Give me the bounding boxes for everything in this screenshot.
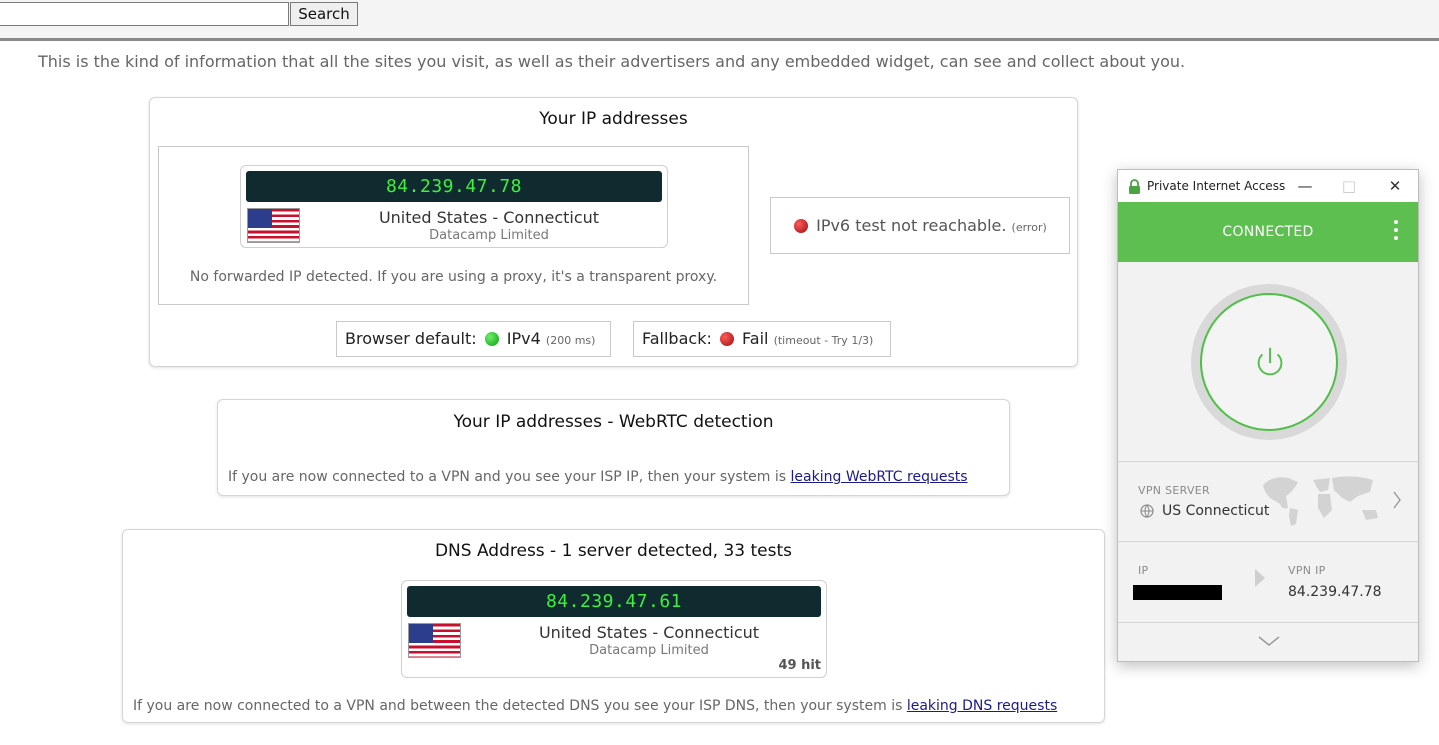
ipv4-address: 84.239.47.78 [246, 171, 662, 202]
fallback-pill: Fallback: Fail (timeout - Try 1/3) [633, 321, 891, 357]
browser-default-green-dot-icon [484, 332, 499, 346]
close-icon[interactable]: ✕ [1385, 176, 1405, 196]
ip-addresses-card: Your IP addresses 84.239.47.78 United St… [149, 97, 1078, 367]
dns-address: 84.239.47.61 [407, 586, 821, 617]
ipv4-box: 84.239.47.78 United States - Connecticut… [158, 146, 749, 305]
webrtc-title: Your IP addresses - WebRTC detection [453, 412, 774, 432]
ipv6-status-text: IPv6 test not reachable. [816, 216, 1007, 235]
pia-status-bar: CONNECTED [1118, 202, 1418, 262]
maximize-icon[interactable]: □ [1339, 176, 1359, 196]
fallback-value: Fail [742, 329, 769, 348]
pia-window-title: Private Internet Access [1147, 179, 1286, 193]
ipv6-box: IPv6 test not reachable. (error) [770, 197, 1070, 254]
vpn-server-selector[interactable]: VPN SERVER US Connecticut [1118, 462, 1418, 541]
webrtc-note-text: If you are now connected to a VPN and yo… [228, 469, 787, 485]
vpn-ip-value: 84.239.47.78 [1288, 584, 1382, 600]
fallback-red-dot-icon [719, 332, 734, 346]
search-input[interactable] [0, 2, 289, 26]
power-icon [1257, 347, 1283, 376]
ipv4-isp: Datacamp Limited [429, 228, 549, 243]
chevron-down-icon[interactable] [1257, 635, 1281, 647]
fallback-label: Fallback: [642, 329, 712, 348]
intro-text: This is the kind of information that all… [38, 52, 1186, 71]
dns-note: If you are now connected to a VPN and be… [133, 698, 1057, 714]
browser-default-time: (200 ms) [545, 334, 596, 347]
minimize-icon[interactable]: — [1295, 176, 1315, 196]
search-button[interactable]: Search [290, 2, 358, 26]
webrtc-note: If you are now connected to a VPN and yo… [228, 469, 968, 485]
redacted-ip [1133, 585, 1222, 600]
vpn-ip-label: VPN IP [1288, 564, 1326, 577]
chevron-right-icon [1393, 491, 1401, 509]
dns-hit-count: 49 hit [778, 658, 821, 673]
ipv6-error-label: (error) [1011, 221, 1047, 234]
fallback-detail: (timeout - Try 1/3) [773, 334, 874, 347]
dns-title: DNS Address - 1 server detected, 33 test… [434, 541, 793, 561]
us-flag-icon [408, 623, 461, 658]
dns-location: United States - Connecticut [538, 623, 760, 642]
ipv6-status-red-dot-icon [794, 219, 808, 233]
dns-note-text: If you are now connected to a VPN and be… [133, 698, 903, 714]
lock-icon [1129, 179, 1140, 194]
dns-card: DNS Address - 1 server detected, 33 test… [122, 529, 1105, 723]
dns-result-card: 84.239.47.61 United States - Connecticut… [401, 580, 827, 678]
webrtc-card: Your IP addresses - WebRTC detection If … [217, 399, 1010, 496]
more-menu-icon[interactable] [1394, 220, 1398, 244]
vpn-server-label: VPN SERVER [1138, 484, 1210, 497]
ip-label: IP [1138, 564, 1149, 577]
top-search-bar: Search [0, 0, 1439, 41]
world-map-icon [1263, 476, 1378, 526]
pia-window: Private Internet Access — □ ✕ CONNECTED … [1117, 169, 1419, 662]
vpn-server-value: US Connecticut [1162, 503, 1270, 519]
browser-default-pill: Browser default: IPv4 (200 ms) [336, 321, 611, 357]
forwarded-ip-note: No forwarded IP detected. If you are usi… [189, 269, 718, 285]
browser-default-value: IPv4 [506, 329, 541, 348]
ipv4-location: United States - Connecticut [378, 208, 600, 227]
pia-connection-status: CONNECTED [1222, 224, 1314, 240]
ip-addresses-title: Your IP addresses [539, 109, 688, 129]
browser-default-label: Browser default: [345, 329, 477, 348]
ipv4-result-card: 84.239.47.78 United States - Connecticut… [240, 165, 668, 248]
dns-isp: Datacamp Limited [589, 643, 709, 658]
power-button[interactable] [1200, 293, 1338, 431]
power-button-ring [1191, 284, 1347, 440]
leaking-webrtc-link[interactable]: leaking WebRTC requests [791, 469, 968, 485]
globe-icon [1140, 504, 1154, 518]
arrow-right-icon [1255, 569, 1265, 587]
pia-titlebar: Private Internet Access — □ ✕ [1118, 170, 1418, 202]
us-flag-icon [247, 208, 300, 243]
leaking-dns-link[interactable]: leaking DNS requests [907, 698, 1057, 714]
